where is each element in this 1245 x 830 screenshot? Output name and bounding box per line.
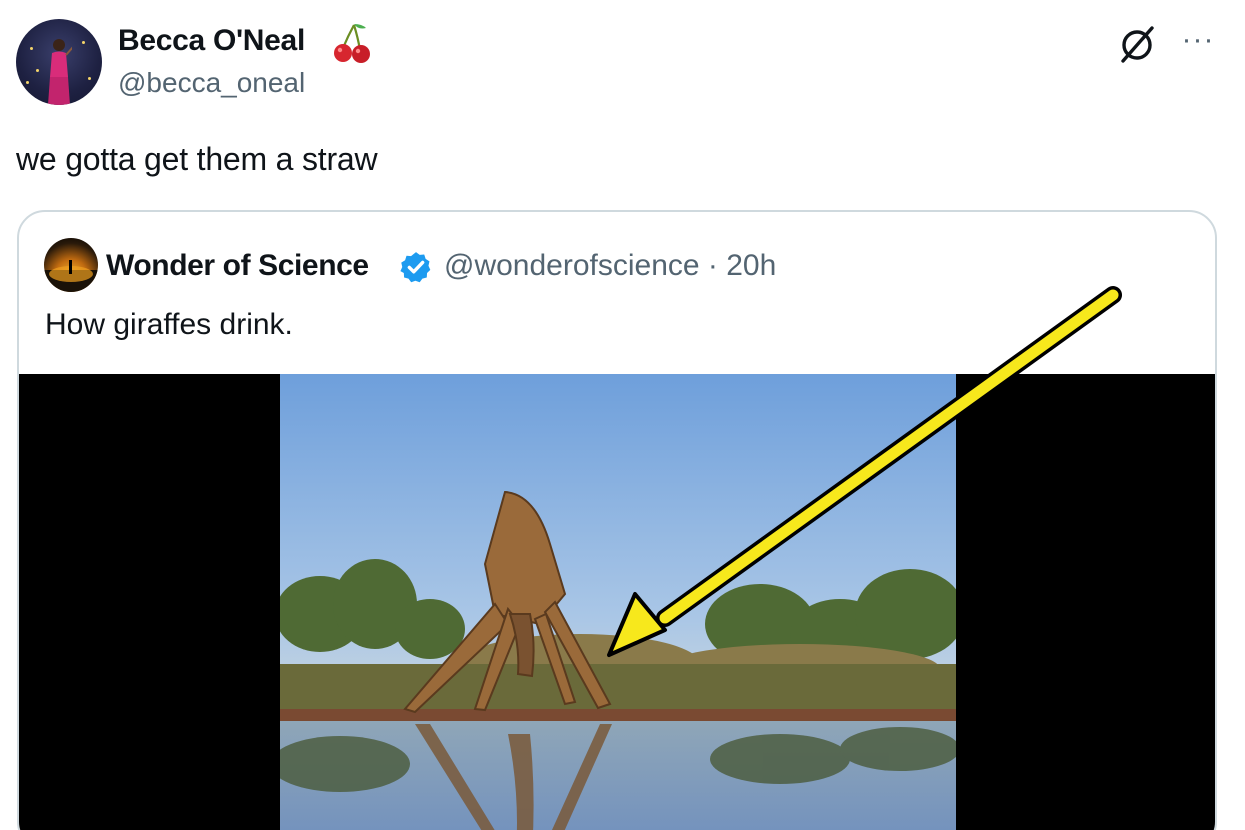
tweet-text: we gotta get them a straw [16, 141, 378, 177]
quoted-video[interactable] [19, 286, 1215, 830]
author-handle[interactable]: @becca_oneal [118, 67, 305, 99]
more-icon[interactable]: ··· [1178, 20, 1218, 60]
author-name[interactable]: Becca O'Neal [118, 24, 305, 58]
cherry-icon [334, 24, 370, 63]
yellow-arrow-annotation [607, 286, 1122, 657]
grok-icon[interactable] [1118, 24, 1158, 64]
quoted-tweet-card[interactable]: Wonder of Science @wonderofscience · 20h… [17, 210, 1217, 830]
tweet: Becca O'Neal @becca_oneal ··· we gotta g… [0, 0, 1245, 830]
author-avatar[interactable] [16, 19, 102, 105]
